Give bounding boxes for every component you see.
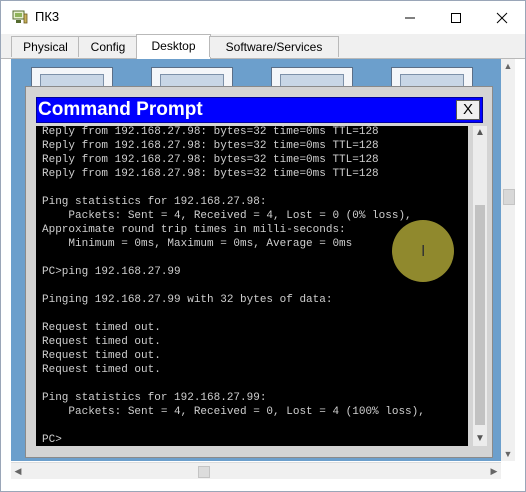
- console-lines: Reply from 192.168.27.98: bytes=32 time=…: [42, 126, 425, 446]
- scroll-right-icon[interactable]: ▶: [487, 463, 501, 479]
- console-line: Request timed out.: [42, 350, 161, 362]
- console-line: Request timed out.: [42, 322, 161, 334]
- minimize-icon: [405, 17, 415, 19]
- scroll-thumb[interactable]: [198, 466, 210, 478]
- console-line: PC>: [42, 434, 62, 446]
- title-bar: ПК3: [1, 1, 525, 33]
- console-line: Ping statistics for 192.168.27.99:: [42, 392, 267, 404]
- command-prompt-title: Command Prompt: [38, 99, 203, 120]
- console-line: Request timed out.: [42, 336, 161, 348]
- command-prompt-close-button[interactable]: X: [456, 100, 480, 120]
- tab-config[interactable]: Config: [78, 36, 138, 57]
- text-cursor-icon: I: [421, 243, 426, 260]
- close-icon: [496, 12, 508, 24]
- console-line: PC>ping 192.168.27.99: [42, 266, 181, 278]
- console-line: Ping statistics for 192.168.27.98:: [42, 196, 267, 208]
- console-line: Reply from 192.168.27.98: bytes=32 time=…: [42, 154, 379, 166]
- tab-physical[interactable]: Physical: [11, 36, 80, 57]
- maximize-icon: [451, 13, 461, 23]
- console-line: Pinging 192.168.27.99 with 32 bytes of d…: [42, 294, 333, 306]
- console-line: Reply from 192.168.27.98: bytes=32 time=…: [42, 140, 379, 152]
- scroll-up-icon[interactable]: ▲: [473, 126, 487, 140]
- window-horizontal-scrollbar[interactable]: ◀ ▶: [11, 462, 501, 479]
- maximize-button[interactable]: [433, 1, 479, 33]
- command-prompt-titlebar: Command Prompt X: [36, 97, 483, 123]
- minimize-button[interactable]: [387, 1, 433, 33]
- console-scrollbar[interactable]: ▲ ▼: [473, 126, 487, 446]
- tab-software-services[interactable]: Software/Services: [209, 36, 339, 57]
- tab-desktop[interactable]: Desktop: [136, 34, 211, 59]
- scroll-down-icon[interactable]: ▼: [501, 447, 515, 461]
- scroll-left-icon[interactable]: ◀: [11, 463, 25, 479]
- scroll-up-icon[interactable]: ▲: [501, 59, 515, 73]
- close-button[interactable]: [479, 1, 525, 33]
- console-line: Request timed out.: [42, 364, 161, 376]
- app-icon: [12, 10, 28, 24]
- scroll-thumb[interactable]: [503, 189, 515, 205]
- window-title: ПК3: [35, 9, 60, 24]
- window-vertical-scrollbar[interactable]: ▲ ▼: [501, 59, 515, 461]
- scroll-down-icon[interactable]: ▼: [473, 432, 487, 446]
- console-output[interactable]: Reply from 192.168.27.98: bytes=32 time=…: [36, 126, 468, 446]
- console-line: Minimum = 0ms, Maximum = 0ms, Average = …: [42, 238, 353, 250]
- console-line: Reply from 192.168.27.98: bytes=32 time=…: [42, 168, 379, 180]
- console-line: Packets: Sent = 4, Received = 4, Lost = …: [42, 210, 412, 222]
- app-window: ПК3 Physical Config Desktop Software/Ser…: [0, 0, 526, 492]
- console-line: Reply from 192.168.27.98: bytes=32 time=…: [42, 126, 379, 138]
- console-line: Packets: Sent = 4, Received = 0, Lost = …: [42, 406, 425, 418]
- tab-bar: Physical Config Desktop Software/Service…: [1, 34, 525, 59]
- console-line: Approximate round trip times in milli-se…: [42, 224, 346, 236]
- scroll-thumb[interactable]: [475, 205, 485, 425]
